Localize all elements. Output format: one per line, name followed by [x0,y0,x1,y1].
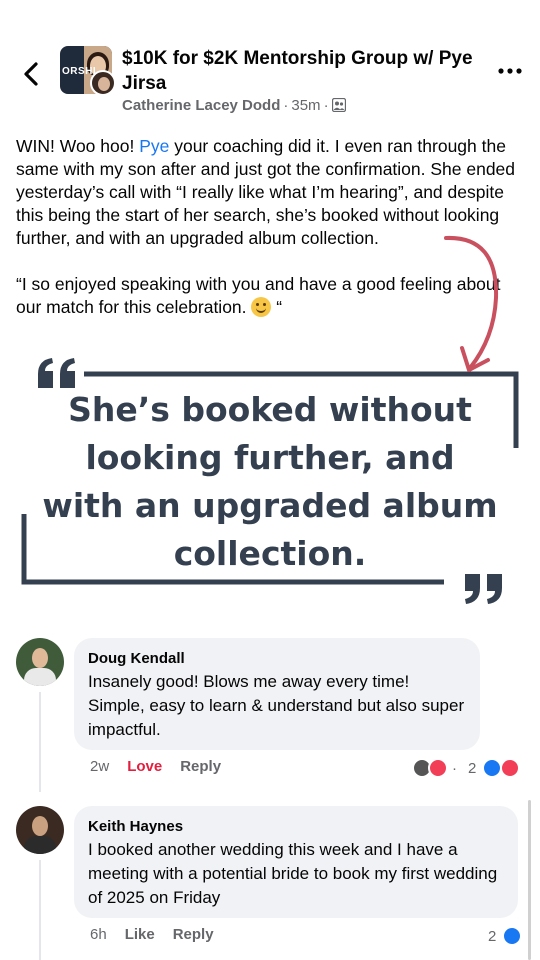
back-chevron-icon[interactable] [18,60,46,88]
thread-line [39,860,41,960]
commenter-avatar[interactable] [16,806,64,854]
post-time[interactable]: 35m [291,97,320,114]
post-meta: Catherine Lacey Dodd · 35m · [122,97,346,114]
comment-actions: 2w Love Reply [90,758,239,775]
quote-text: She’s booked without looking further, an… [42,390,498,573]
scrollbar[interactable] [528,800,531,960]
comment-time[interactable]: 2w [90,758,109,775]
reaction-count: 2 [468,760,477,777]
reaction-count: 2 [488,928,497,945]
comment-actions: 6h Like Reply [90,926,232,943]
like-button[interactable]: Like [125,926,155,943]
like-reaction-icon [502,926,522,946]
smile-emoji-icon [251,297,272,317]
commenter-name[interactable]: Keith Haynes [88,816,504,838]
reaction-dot: · [452,760,457,777]
thread-line [39,692,41,792]
more-options-icon[interactable] [498,66,522,76]
reply-button[interactable]: Reply [173,926,214,943]
like-reaction-icon [482,758,502,778]
open-quote-icon [38,358,75,388]
comment-bubble: Keith Haynes I booked another wedding th… [74,806,518,918]
comment-text: I booked another wedding this week and I… [88,840,498,907]
comment-text: Insanely good! Blows me away every time!… [88,672,465,739]
comment-time[interactable]: 6h [90,926,107,943]
love-reaction-button[interactable]: Love [127,758,162,775]
comment-bubble: Doug Kendall Insanely good! Blows me awa… [74,638,480,750]
author-name[interactable]: Catherine Lacey Dodd [122,97,280,114]
love-reaction-icon [428,758,448,778]
commenter-avatar[interactable] [16,638,64,686]
mention-link[interactable]: Pye [139,136,169,156]
love-reaction-icon [500,758,520,778]
author-avatar[interactable] [90,70,116,96]
arrow-annotation-icon [444,235,499,372]
group-members-icon [331,98,346,112]
reply-button[interactable]: Reply [180,758,221,775]
group-name[interactable]: $10K for $2K Mentorship Group w/ Pye Jir… [122,46,482,96]
commenter-name[interactable]: Doug Kendall [88,648,466,670]
